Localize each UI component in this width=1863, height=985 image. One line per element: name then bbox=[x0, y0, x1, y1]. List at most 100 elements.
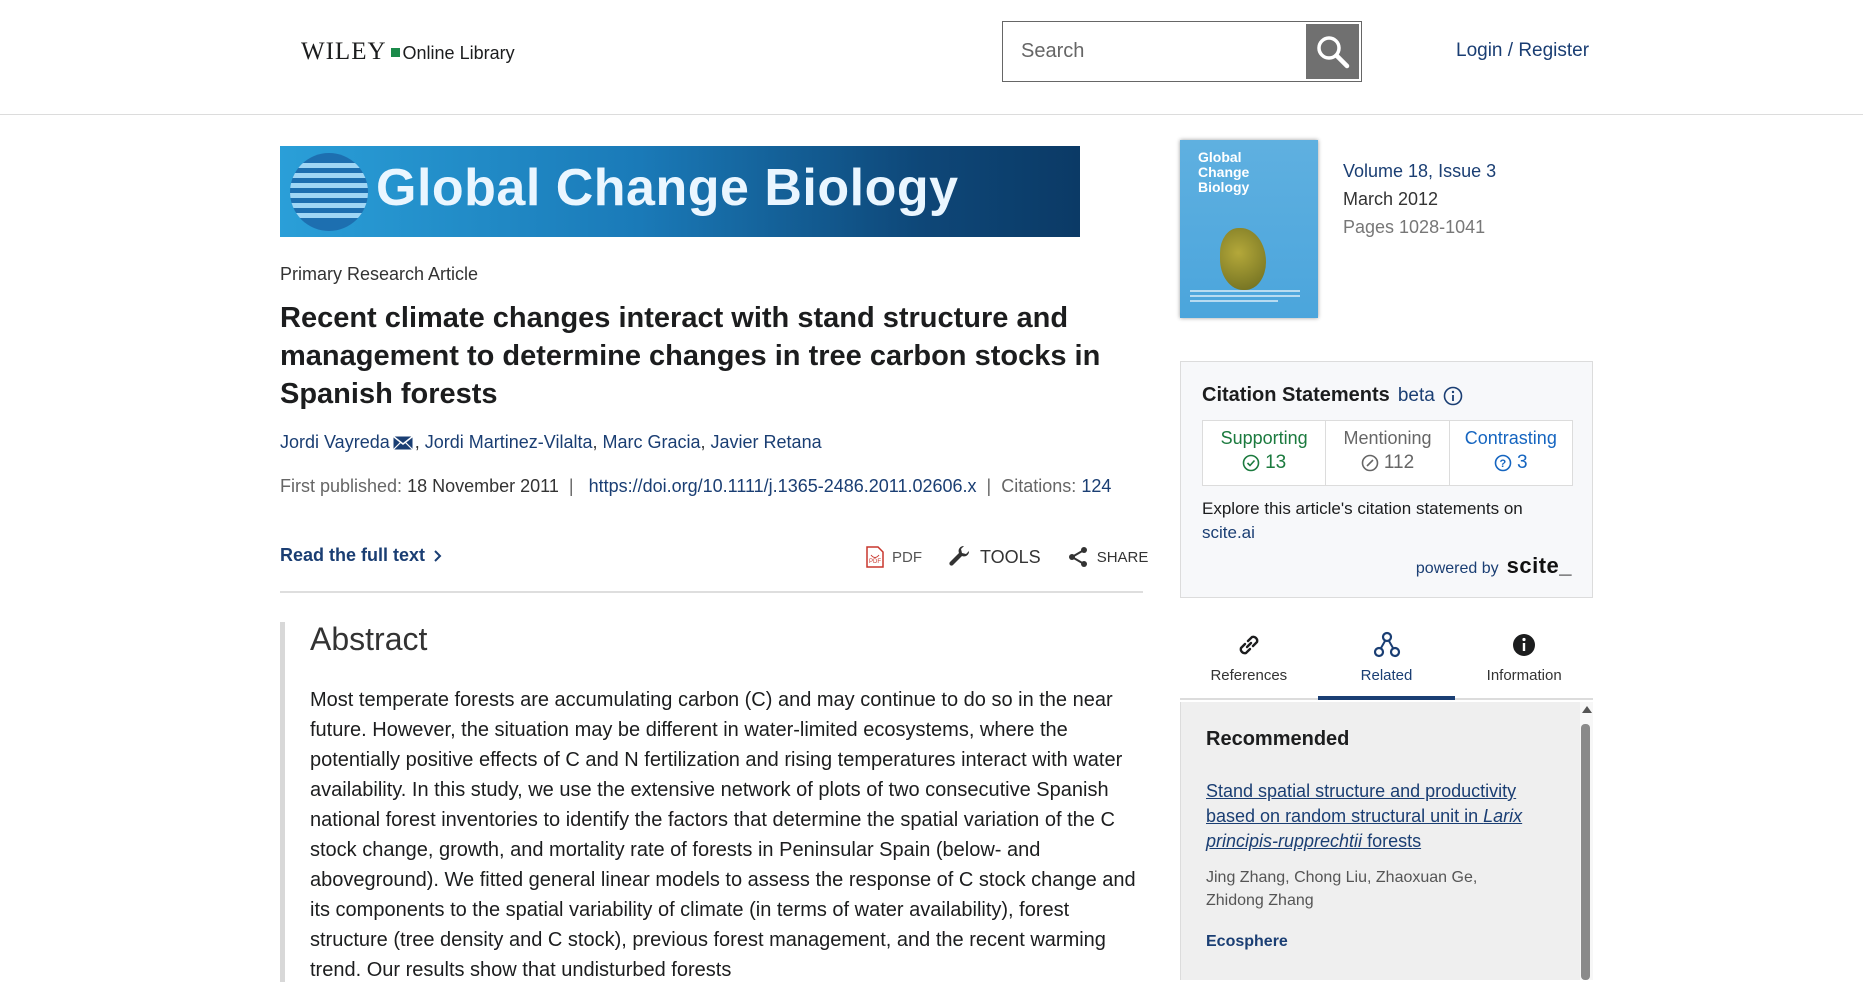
globe-logo-icon bbox=[290, 153, 368, 231]
mentioning-count[interactable]: Mentioning 112 bbox=[1326, 421, 1450, 485]
author-separator: , bbox=[414, 432, 425, 452]
citation-counts-table: Supporting 13 Mentioning 112 Contrasting… bbox=[1202, 420, 1573, 486]
recommended-journal-link[interactable]: Ecosphere bbox=[1206, 933, 1288, 951]
beta-label: beta bbox=[1397, 384, 1435, 406]
mentioning-value: 112 bbox=[1383, 452, 1415, 473]
author-list: Jordi Vayreda, Jordi Martinez-Vilalta, M… bbox=[280, 432, 822, 453]
rec-author: Zhaoxuan Ge bbox=[1375, 869, 1473, 886]
rec-title-pre: Stand spatial structure and productivity… bbox=[1206, 781, 1517, 826]
supporting-count[interactable]: Supporting 13 bbox=[1203, 421, 1327, 485]
cover-title-line: Change bbox=[1198, 164, 1250, 180]
contrasting-label: Contrasting bbox=[1464, 428, 1557, 448]
divider bbox=[280, 591, 1143, 593]
recommended-article-link[interactable]: Stand spatial structure and productivity… bbox=[1206, 779, 1561, 854]
cover-title: Global Change Biology bbox=[1198, 150, 1249, 195]
read-full-text-link[interactable]: Read the full text bbox=[280, 545, 442, 566]
info-icon bbox=[1513, 634, 1536, 656]
search-icon bbox=[1316, 35, 1349, 68]
issue-info: Volume 18, Issue 3 March 2012 Pages 1028… bbox=[1343, 157, 1496, 241]
logo-online-library: Online Library bbox=[402, 43, 515, 63]
explore-citations-text: Explore this article's citation statemen… bbox=[1202, 497, 1562, 545]
volume-issue-link[interactable]: Volume 18, Issue 3 bbox=[1343, 161, 1496, 181]
rec-author: Chong Liu bbox=[1294, 869, 1368, 886]
rec-author: Zhidong Zhang bbox=[1206, 892, 1314, 909]
cover-title-line: Global bbox=[1198, 149, 1242, 165]
publication-info: First published: 18 November 2011 | http… bbox=[280, 476, 1111, 497]
slash-circle-icon bbox=[1361, 454, 1379, 472]
share-icon bbox=[1068, 547, 1087, 567]
sidebar-tabs: References Related Information bbox=[1180, 620, 1593, 700]
site-header: WILEY Online Library Login / Register bbox=[0, 0, 1863, 115]
info-circle-icon[interactable] bbox=[1443, 386, 1463, 406]
login-register-link[interactable]: Login / Register bbox=[1456, 40, 1589, 62]
banner-title: Global Change Biology bbox=[376, 159, 959, 217]
link-icon bbox=[1239, 635, 1259, 655]
tab-related[interactable]: Related bbox=[1317, 620, 1456, 700]
tab-references[interactable]: References bbox=[1180, 620, 1318, 698]
contrasting-count[interactable]: Contrasting ? 3 bbox=[1450, 421, 1572, 485]
supporting-value: 13 bbox=[1265, 452, 1287, 473]
share-label: SHARE bbox=[1096, 548, 1149, 566]
issue-pages: Pages 1028-1041 bbox=[1343, 217, 1486, 237]
tools-label: TOOLS bbox=[980, 546, 1041, 567]
wiley-logo[interactable]: WILEY Online Library bbox=[301, 38, 515, 66]
first-published-date: 18 November 2011 bbox=[407, 476, 559, 496]
article-title: Recent climate changes interact with sta… bbox=[280, 302, 1101, 410]
share-button[interactable]: SHARE bbox=[1067, 546, 1149, 568]
recommended-heading: Recommended bbox=[1206, 728, 1350, 750]
author-link[interactable]: Jordi Martinez-Vilalta bbox=[425, 432, 593, 452]
svg-text:PDF: PDF bbox=[869, 559, 881, 565]
tab-information-label: Information bbox=[1486, 667, 1562, 684]
author-link[interactable]: Marc Gracia bbox=[603, 432, 701, 452]
author-link[interactable]: Javier Retana bbox=[711, 432, 822, 452]
scite-link[interactable]: scite.ai bbox=[1202, 523, 1255, 542]
powered-by-label: powered by bbox=[1415, 560, 1499, 577]
abstract-border bbox=[280, 622, 285, 982]
tab-references-label: References bbox=[1210, 667, 1288, 684]
contrasting-value: 3 bbox=[1517, 452, 1528, 473]
scroll-up-arrow-icon[interactable] bbox=[1582, 706, 1592, 713]
powered-by-scite[interactable]: powered by scite_ bbox=[1416, 553, 1572, 579]
search-input[interactable] bbox=[1003, 22, 1303, 81]
citations-count[interactable]: 124 bbox=[1081, 476, 1111, 496]
tools-button[interactable]: TOOLS bbox=[948, 545, 1041, 569]
pdf-label: PDF bbox=[892, 548, 922, 566]
doi-link[interactable]: https://doi.org/10.1111/j.1365-2486.2011… bbox=[589, 476, 977, 496]
issue-date: March 2012 bbox=[1343, 189, 1439, 209]
abstract-text: Most temperate forests are accumulating … bbox=[310, 689, 1136, 981]
pdf-button[interactable]: PDF PDF bbox=[866, 546, 922, 568]
search-button[interactable] bbox=[1306, 24, 1359, 79]
article-toolbar: PDF PDF TOOLS SHARE bbox=[866, 545, 1174, 569]
recommended-authors: Jing Zhang, Chong Liu, Zhaoxuan Ge, Zhido… bbox=[1206, 869, 1478, 909]
search-box bbox=[1002, 21, 1362, 82]
journal-cover-image[interactable]: Global Change Biology bbox=[1180, 140, 1318, 318]
wrench-icon bbox=[949, 545, 970, 566]
question-circle-icon: ? bbox=[1494, 454, 1512, 472]
logo-dot bbox=[390, 48, 400, 57]
svg-text:?: ? bbox=[1500, 458, 1507, 470]
article-type: Primary Research Article bbox=[280, 264, 479, 284]
chevron-right-icon bbox=[434, 549, 442, 562]
pdf-icon: PDF bbox=[866, 546, 884, 568]
citation-statements-title: Citation Statements beta bbox=[1202, 384, 1463, 407]
author-separator: , bbox=[592, 432, 603, 452]
mail-icon[interactable] bbox=[392, 436, 413, 451]
first-published-label: First published: bbox=[280, 476, 403, 496]
scrollbar-thumb[interactable] bbox=[1581, 724, 1590, 980]
tab-information[interactable]: Information bbox=[1455, 620, 1593, 698]
cite-title-text: Citation Statements bbox=[1202, 384, 1390, 406]
check-circle-icon bbox=[1242, 454, 1260, 472]
author-link[interactable]: Jordi Vayreda bbox=[280, 432, 390, 452]
citation-statements-box: Citation Statements beta Supporting 13 M… bbox=[1180, 361, 1593, 598]
citations-label: Citations: bbox=[1001, 476, 1077, 496]
separator: | bbox=[563, 476, 584, 496]
cover-title-line: Biology bbox=[1198, 179, 1250, 195]
journal-banner[interactable]: Global Change Biology bbox=[280, 146, 1080, 237]
author-separator: , bbox=[700, 432, 711, 452]
scite-logo: scite_ bbox=[1506, 553, 1572, 578]
related-icon bbox=[1373, 631, 1400, 658]
recommended-panel: Recommended Stand spatial structure and … bbox=[1180, 702, 1580, 980]
logo-wordmark: WILEY bbox=[301, 38, 387, 65]
abstract-heading: Abstract bbox=[310, 621, 428, 657]
cover-fine-print bbox=[1190, 290, 1300, 310]
